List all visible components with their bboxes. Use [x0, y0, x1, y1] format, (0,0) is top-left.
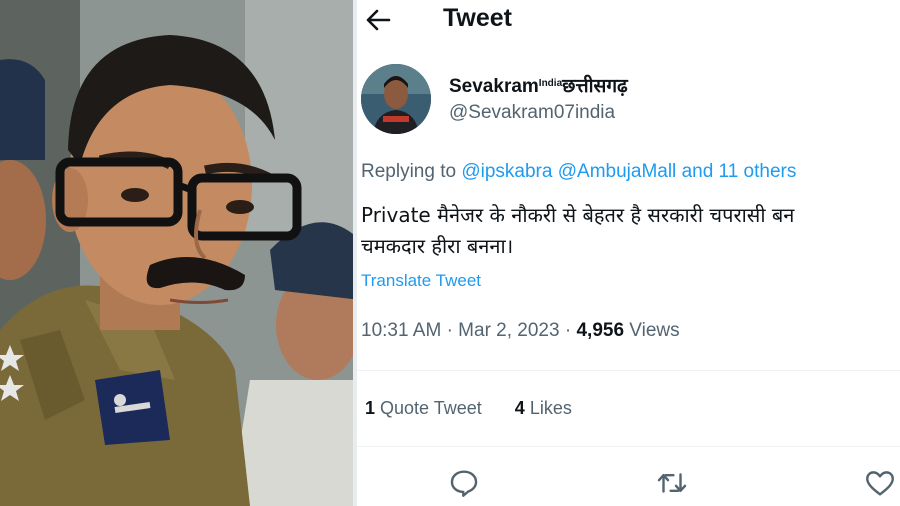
- translate-tweet-link[interactable]: Translate Tweet: [361, 271, 481, 291]
- meta-separator: ·: [446, 320, 453, 341]
- tweet-text: Private मैनेजर के नौकरी से बेहतर है सरका…: [361, 200, 900, 262]
- news-photo: [0, 0, 353, 506]
- user-handle[interactable]: @Sevakram07india: [449, 102, 615, 124]
- tweet-date[interactable]: Mar 2, 2023: [458, 320, 559, 341]
- reply-others-link[interactable]: and 11 others: [682, 161, 797, 182]
- display-name-suffix: छत्तीसगढ़: [562, 76, 628, 97]
- likes-count: 4: [514, 398, 525, 418]
- reply-mention-ipskabra[interactable]: @ipskabra: [461, 161, 552, 182]
- tweet-panel: Tweet SevakramIndiaछत्तीसगढ़ @Sevakram07…: [357, 0, 900, 506]
- replying-to-line: Replying to @ipskabra @AmbujaMall and 11…: [361, 161, 796, 183]
- quote-count: 1: [365, 398, 376, 418]
- reply-icon[interactable]: [447, 466, 481, 500]
- meta-separator: ·: [564, 320, 572, 341]
- heart-icon[interactable]: [863, 466, 897, 500]
- page-title: Tweet: [443, 4, 512, 32]
- avatar[interactable]: [361, 64, 431, 134]
- replying-prefix: Replying to: [361, 161, 457, 182]
- display-name-superscript: India: [538, 78, 563, 89]
- reply-mention-ambujamall[interactable]: @AmbujaMall: [558, 161, 677, 182]
- separator-line: [357, 370, 900, 371]
- display-name[interactable]: SevakramIndiaछत्तीसगढ़: [449, 72, 628, 98]
- quote-tweets-stat[interactable]: 1 Quote Tweet: [365, 398, 482, 418]
- tweet-text-line-2: चमकदार हीरा बनना।: [361, 234, 514, 258]
- arrow-left-icon[interactable]: [365, 8, 391, 32]
- tweet-time[interactable]: 10:31 AM: [361, 320, 441, 341]
- quote-label: Quote Tweet: [380, 398, 482, 418]
- tweet-actions: [357, 466, 900, 502]
- separator-line: [357, 446, 900, 447]
- display-name-text: Sevakram: [449, 76, 539, 97]
- likes-stat[interactable]: 4 Likes: [515, 398, 572, 418]
- tweet-meta: 10:31 AM · Mar 2, 2023 · 4,956 Views: [361, 320, 680, 342]
- retweet-icon[interactable]: [655, 466, 689, 500]
- views-label: Views: [629, 320, 680, 341]
- engagement-stats: 1 Quote Tweet 4 Likes: [365, 398, 600, 419]
- police-officer-image: [0, 0, 353, 506]
- views-count: 4,956: [576, 320, 625, 341]
- likes-label: Likes: [529, 398, 572, 418]
- top-bar: Tweet: [357, 0, 900, 40]
- tweet-text-line-1: Private मैनेजर के नौकरी से बेहतर है सरका…: [361, 203, 795, 227]
